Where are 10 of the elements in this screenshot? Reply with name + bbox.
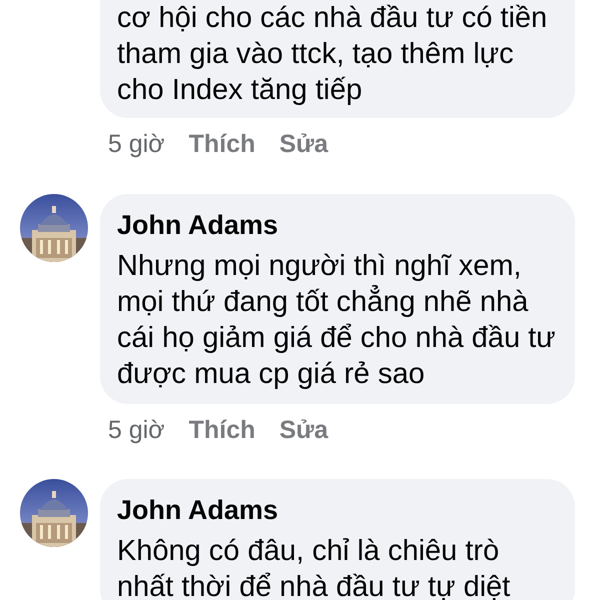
comment-action[interactable]: Thích	[188, 126, 256, 164]
comment-action[interactable]: Sửa	[279, 126, 328, 164]
author-name[interactable]: John Adams	[117, 493, 558, 527]
comment-action[interactable]: Thích	[188, 412, 256, 449]
comment-action[interactable]: Sửa	[279, 412, 328, 449]
comment-text: Nhưng mọi người thì nghĩ xem, mọi thứ đang tốt chẳng nhẽ nhà cái họ giảm giá để cho nhà đầu tư được mua cp giá rẻ sao	[117, 248, 557, 392]
comment-time: 5 giờ	[108, 129, 165, 160]
comment-text: cơ hội cho các nhà đầu tư có tiền tham gia vào ttck, tạo thêm lực cho Index tăng tiếp	[117, 1, 548, 108]
comment-time: 5 giờ	[108, 414, 165, 446]
author-name[interactable]: John Adams	[117, 208, 558, 242]
